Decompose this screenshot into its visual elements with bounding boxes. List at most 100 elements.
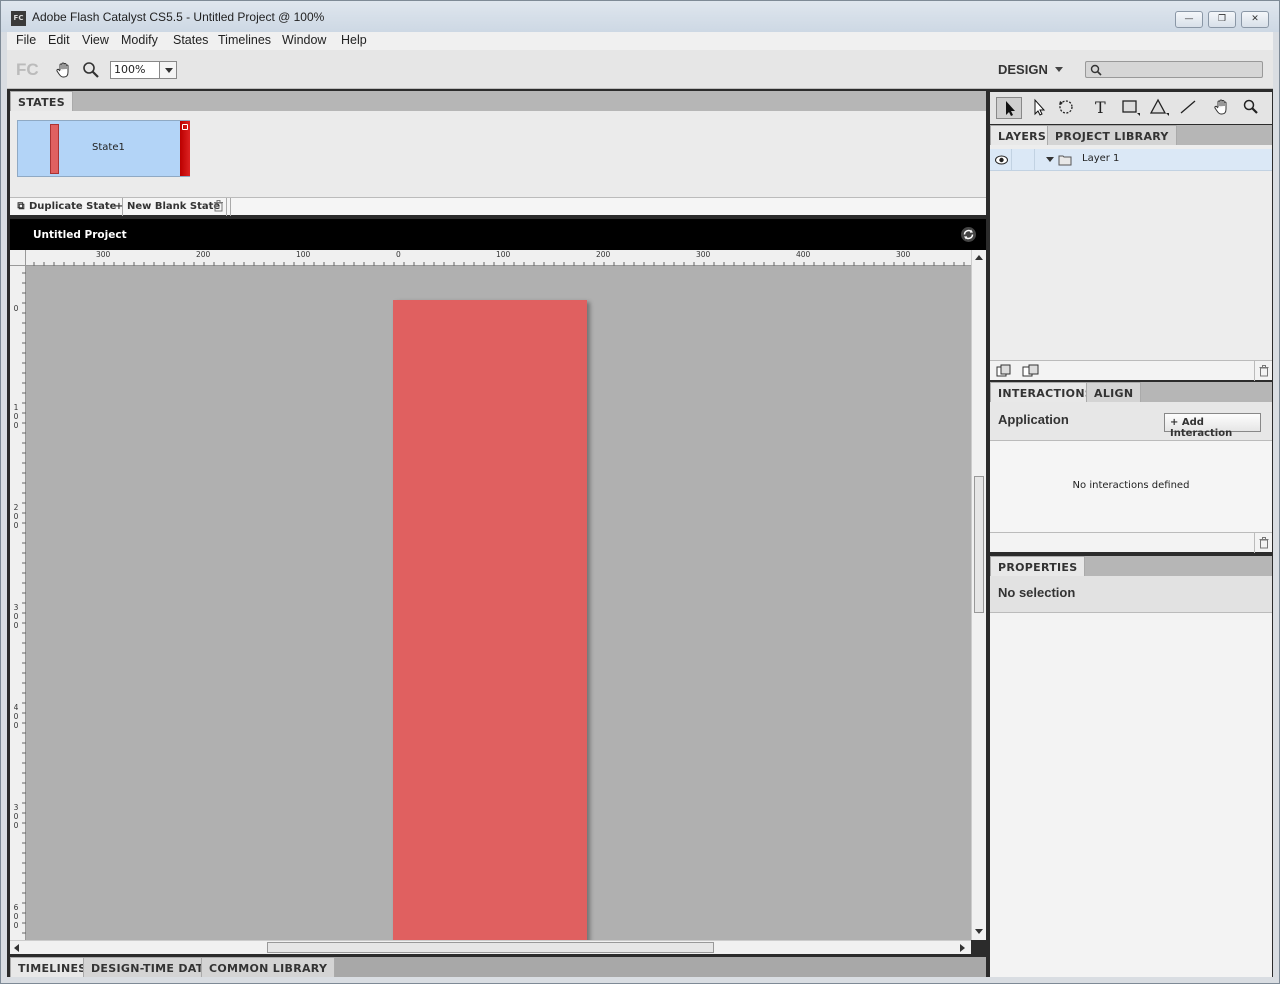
tab-properties[interactable]: PROPERTIES [990,556,1086,576]
zoom-icon [1243,99,1258,114]
minimize-icon: — [1184,14,1194,24]
eye-icon[interactable] [995,155,1008,165]
line-tool[interactable] [1176,97,1202,119]
layers-footer [990,360,1272,381]
ruler-ticks-horizontal [13,262,965,266]
maximize-button[interactable]: ❐ [1208,11,1236,28]
search-input[interactable] [1085,61,1263,78]
trash-icon [214,200,223,212]
interactions-footer [990,532,1272,553]
folder-icon [1058,155,1072,166]
duplicate-state-label: Duplicate State [29,201,117,212]
menu-help[interactable]: Help [341,33,367,47]
ruler-label: 300 [96,250,111,259]
close-icon: ✕ [1251,14,1259,24]
menu-bar: File Edit View Modify States Timelines W… [7,32,1273,50]
scroll-left-icon[interactable] [14,944,19,952]
ruler-label: 100 [13,403,19,430]
selection-tool[interactable] [996,97,1022,119]
states-panel: STATES State1 ⧉ Duplicate State + New Blan… [10,91,986,216]
rectangle-tool[interactable] [1118,97,1144,119]
rectangle-shape[interactable] [393,300,587,940]
hand-tool[interactable] [1210,97,1236,119]
scroll-down-icon[interactable] [975,929,983,934]
scroll-right-icon[interactable] [960,944,965,952]
ruler-label: 300 [896,250,911,259]
expand-arrow-icon[interactable] [1046,157,1054,162]
duplicate-state-button[interactable]: ⧉ Duplicate State [10,198,124,216]
design-canvas[interactable] [26,266,971,940]
minimize-button[interactable]: — [1175,11,1203,28]
add-interaction-button[interactable]: + Add Interaction [1164,413,1261,439]
trash-icon[interactable] [1258,365,1270,377]
states-list: State1 [10,111,986,197]
direct-selection-tool[interactable] [1026,97,1052,119]
state-thumbnail[interactable]: State1 [17,120,190,177]
scroll-up-icon[interactable] [975,255,983,260]
selection-status: No selection [998,585,1076,600]
state-default-marker-icon [182,124,188,130]
menu-window[interactable]: Window [282,33,326,47]
layer-row[interactable]: Layer 1 [990,149,1272,171]
right-panels: T LAYERS PROJECT LIBRARY Layer 1 INTERAC… [987,89,1273,977]
zoom-tool[interactable] [1238,97,1264,119]
zoom-icon[interactable] [82,61,100,79]
hand-icon[interactable] [55,61,73,79]
trash-icon[interactable] [1258,537,1270,549]
restore-icon: ❐ [1217,14,1227,24]
zoom-dropdown-button[interactable] [159,61,177,79]
refresh-icon[interactable] [960,226,977,243]
chevron-down-icon[interactable] [1055,67,1063,72]
zoom-level-input[interactable]: 100% [110,61,160,79]
interaction-target-label: Application [998,412,1069,427]
layer-label: Layer 1 [1082,153,1120,164]
properties-panel: PROPERTIES No selection [990,556,1272,977]
fc-logo: FC [16,60,39,79]
tab-align[interactable]: ALIGN [1086,382,1142,402]
menu-modify[interactable]: Modify [121,33,158,47]
app-icon: FC [11,11,26,26]
svg-text:T: T [1095,98,1106,117]
interactions-panel: INTERACTIONS ALIGN Application + Add Int… [990,382,1272,553]
rotate-icon [1059,100,1073,114]
tab-interactions[interactable]: INTERACTIONS [990,382,1102,402]
ruler-label: 100 [296,250,311,259]
close-button[interactable]: ✕ [1241,11,1269,28]
vertical-ruler[interactable]: 0 100 200 300 400 300 600 [10,266,26,940]
ruler-label: 0 [396,250,401,259]
tab-design-time-data[interactable]: DESIGN-TIME DATA [83,957,220,977]
tab-timelines[interactable]: TIMELINES [10,957,95,977]
new-layer-icon[interactable] [996,364,1012,378]
ruler-label: 200 [596,250,611,259]
text-tool[interactable]: T [1088,97,1114,119]
duplicate-icon: ⧉ [17,201,25,212]
vertical-scrollbar[interactable] [971,250,986,940]
state-thumbnail-shape [50,124,59,174]
menu-timelines[interactable]: Timelines [218,33,271,47]
column-divider [1011,149,1012,171]
rotate-tool[interactable] [1054,97,1080,119]
document-title[interactable]: Untitled Project [33,229,127,241]
menu-states[interactable]: States [173,33,208,47]
workspace-switcher[interactable]: DESIGN [998,62,1048,77]
horizontal-scrollbar[interactable] [10,940,971,954]
states-panel-header: STATES [10,91,986,111]
direct-select-icon [1034,98,1046,116]
shape-tool[interactable] [1147,97,1173,119]
tab-common-library[interactable]: COMMON LIBRARY [201,957,336,977]
vertical-scroll-thumb[interactable] [974,476,984,613]
menu-edit[interactable]: Edit [48,33,70,47]
horizontal-scroll-thumb[interactable] [267,942,714,953]
delete-state-button[interactable] [208,198,231,216]
horizontal-ruler[interactable]: 300 200 100 0 100 200 300 400 300 [10,250,971,266]
new-sublayer-icon[interactable] [1022,364,1040,378]
search-icon [1090,64,1102,76]
tab-states[interactable]: STATES [10,91,73,111]
menu-file[interactable]: File [16,33,36,47]
menu-view[interactable]: View [82,33,109,47]
tab-project-library[interactable]: PROJECT LIBRARY [1047,125,1177,145]
ruler-label: 400 [13,703,19,730]
ruler-corner [10,250,26,266]
tab-layers[interactable]: LAYERS [990,125,1055,145]
ruler-label: 100 [496,250,511,259]
